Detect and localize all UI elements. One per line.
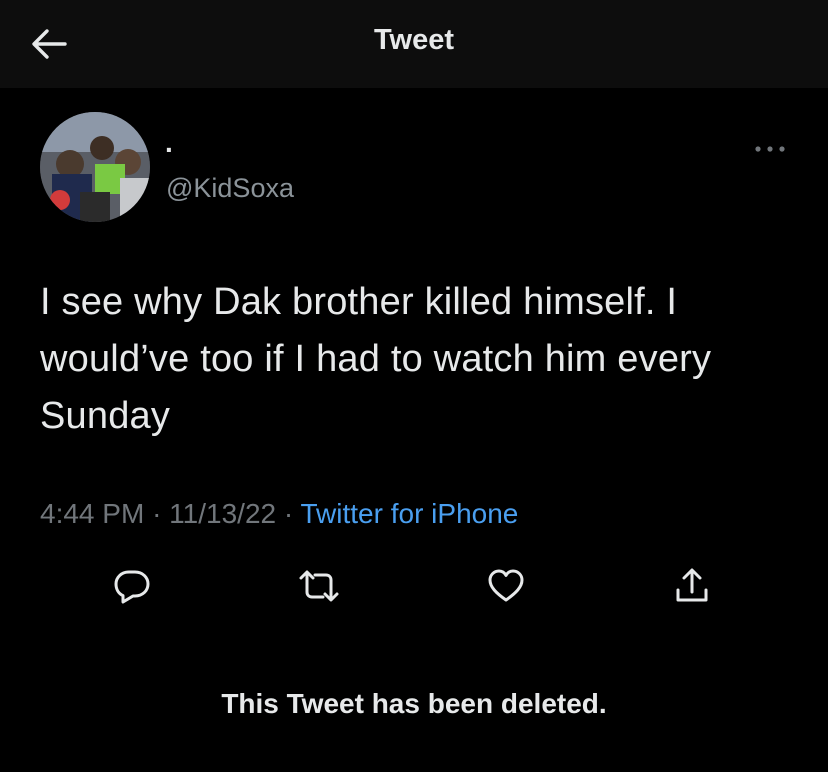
reply-icon	[114, 570, 150, 604]
more-horizontal-icon	[755, 146, 785, 152]
retweet-icon	[299, 570, 339, 602]
avatar[interactable]	[40, 112, 150, 222]
author-display-name[interactable]: .	[165, 128, 173, 158]
more-options-button[interactable]	[750, 134, 790, 164]
avatar-photo	[40, 112, 150, 222]
retweet-button[interactable]	[297, 566, 341, 606]
deleted-tweet-notice: This Tweet has been deleted.	[221, 688, 607, 719]
author-handle[interactable]: @KidSoxa	[166, 172, 294, 204]
tweet-time: 4:44 PM	[40, 498, 145, 529]
share-icon	[676, 568, 708, 602]
like-button[interactable]	[484, 566, 528, 606]
tweet-text: I see why Dak brother killed himself. I …	[40, 281, 712, 437]
like-icon	[488, 569, 524, 602]
page-title: Tweet	[373, 24, 455, 56]
meta-separator: ·	[283, 498, 294, 529]
tweet-meta: 4:44 PM · 11/13/22 · Twitter for iPhone	[40, 496, 518, 532]
tweet-date: 11/13/22	[169, 498, 277, 529]
meta-separator: ·	[152, 498, 162, 529]
top-bar: Tweet	[0, 0, 828, 88]
reply-button[interactable]	[110, 566, 154, 606]
share-button[interactable]	[670, 566, 714, 606]
tweet-source-link[interactable]: Twitter for iPhone	[300, 498, 518, 529]
